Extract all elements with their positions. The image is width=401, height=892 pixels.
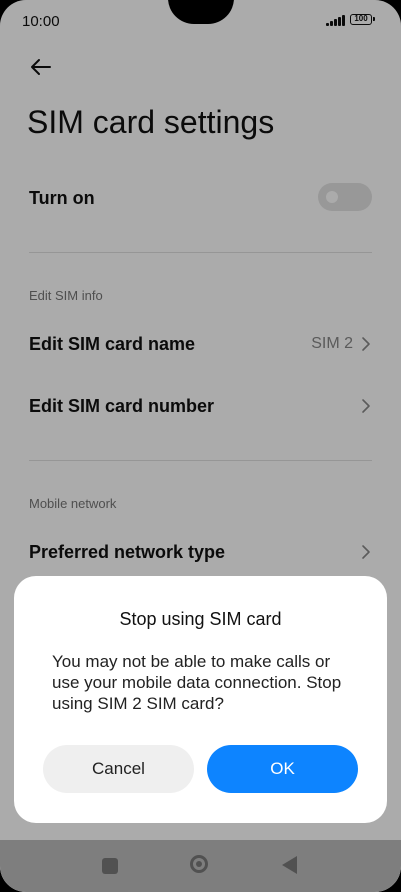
dialog-title: Stop using SIM card <box>119 609 282 629</box>
phone-screen: 10:00 100 SIM card settings Turn on Edit… <box>0 0 401 892</box>
stop-sim-dialog: Stop using SIM card You may not be able … <box>14 576 387 823</box>
cancel-button[interactable]: Cancel <box>43 745 194 793</box>
ok-button[interactable]: OK <box>207 745 358 793</box>
dialog-message: You may not be able to make calls or use… <box>52 652 342 713</box>
